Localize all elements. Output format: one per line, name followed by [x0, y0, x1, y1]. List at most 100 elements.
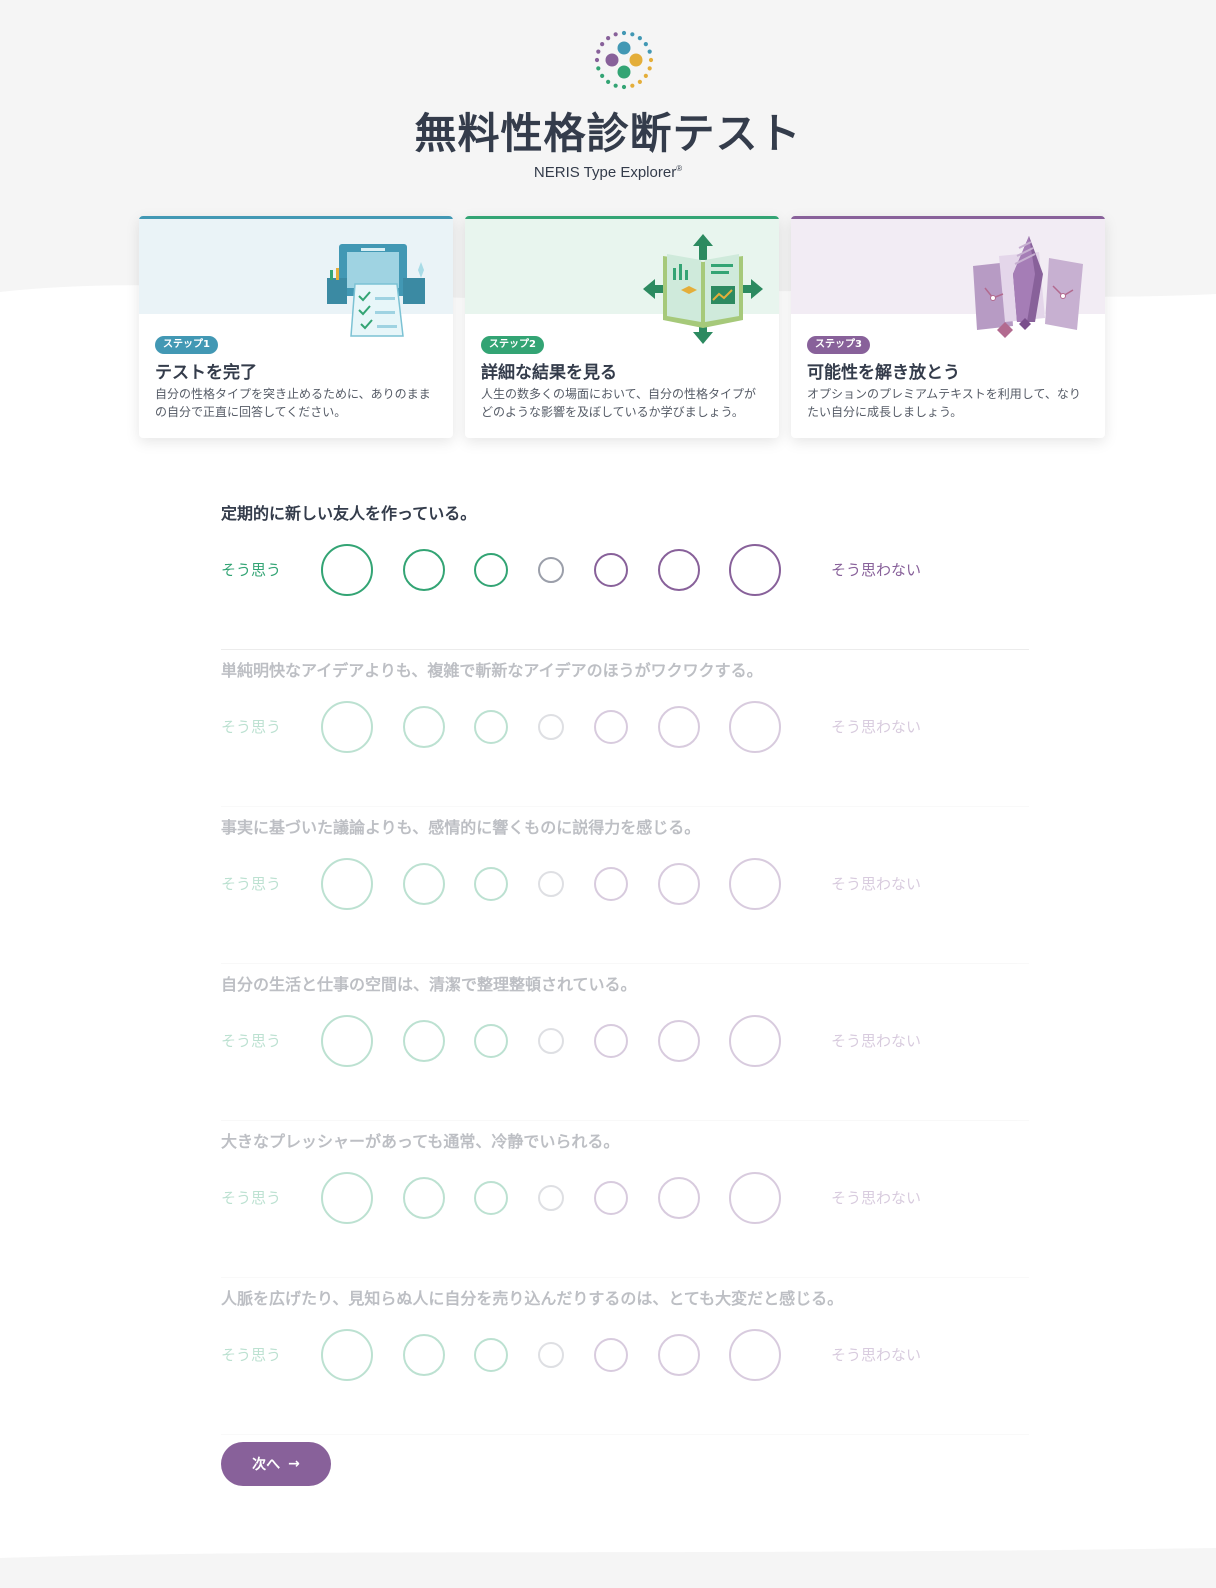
step-badge: ステップ1	[155, 336, 218, 354]
logo-dot	[596, 66, 601, 71]
question-item: 自分の生活と仕事の空間は、清潔で整理整頓されている。 そう思う そう思わない	[221, 963, 1029, 1121]
option-disagree[interactable]	[658, 863, 700, 905]
logo-dot	[621, 84, 627, 90]
question-text: 人脈を広げたり、見知らぬ人に自分を売り込んだりするのは、とても大変だと感じる。	[221, 1289, 844, 1308]
question-item: 定期的に新しい友人を作っている。 そう思う そう思わない	[221, 492, 1029, 650]
option-strongly-disagree[interactable]	[729, 1172, 781, 1224]
logo-dot	[637, 36, 642, 41]
option-neutral[interactable]	[538, 557, 564, 583]
option-slightly-disagree[interactable]	[594, 710, 628, 744]
option-strongly-agree[interactable]	[321, 1015, 373, 1067]
agree-label: そう思う	[221, 1189, 282, 1207]
question-item: 単純明快なアイデアよりも、複雑で斬新なアイデアのほうがワクワクする。 そう思う そう…	[221, 649, 1029, 807]
disagree-label: そう思わない	[831, 561, 922, 579]
option-slightly-agree[interactable]	[474, 1338, 508, 1372]
option-neutral[interactable]	[538, 871, 564, 897]
option-slightly-disagree[interactable]	[594, 1024, 628, 1058]
option-agree[interactable]	[403, 1177, 445, 1219]
logo-dot	[613, 32, 618, 37]
question-item: 人脈を広げたり、見知らぬ人に自分を売り込んだりするのは、とても大変だと感じる。そ…	[221, 1277, 1029, 1435]
next-button[interactable]: 次へ →	[221, 1442, 331, 1486]
option-disagree[interactable]	[658, 706, 700, 748]
option-slightly-disagree[interactable]	[594, 1338, 628, 1372]
book-arrows-icon	[643, 234, 763, 344]
logo-dot	[630, 32, 635, 37]
step-card-2: ステップ2 詳細な結果を見る 人生の数多くの場面において、自分の性格タイプがどの…	[465, 216, 779, 438]
arrow-right-icon: →	[288, 1456, 300, 1472]
step-card-3: ステップ3 可能性を解き放とう オプションのプレミアムテキストを利用して、なりた…	[791, 216, 1105, 438]
logo-dot	[630, 83, 635, 88]
option-neutral[interactable]	[538, 1342, 564, 1368]
option-agree[interactable]	[403, 1334, 445, 1376]
agree-label: そう思う	[221, 1346, 282, 1364]
option-strongly-disagree[interactable]	[729, 701, 781, 753]
option-slightly-agree[interactable]	[474, 1181, 508, 1215]
option-neutral[interactable]	[538, 1028, 564, 1054]
disagree-label: そう思わない	[831, 1346, 922, 1364]
option-strongly-agree[interactable]	[321, 544, 373, 596]
logo-dot	[648, 57, 654, 63]
step-description: 人生の数多くの場面において、自分の性格タイプがどのような影響を及ぼしているか学び…	[481, 387, 757, 419]
question-text: 単純明快なアイデアよりも、複雑で斬新なアイデアのほうがワクワクする。	[221, 661, 763, 680]
option-slightly-agree[interactable]	[474, 710, 508, 744]
logo-icon	[594, 30, 654, 90]
question-text: 定期的に新しい友人を作っている。	[221, 504, 477, 523]
option-slightly-disagree[interactable]	[594, 867, 628, 901]
option-disagree[interactable]	[658, 549, 700, 591]
option-disagree[interactable]	[658, 1177, 700, 1219]
option-strongly-agree[interactable]	[321, 701, 373, 753]
option-agree[interactable]	[403, 863, 445, 905]
agree-label: そう思う	[221, 1032, 282, 1050]
option-agree[interactable]	[403, 706, 445, 748]
option-strongly-agree[interactable]	[321, 1172, 373, 1224]
question-text: 自分の生活と仕事の空間は、清潔で整理整頓されている。	[221, 975, 637, 994]
option-agree[interactable]	[403, 1020, 445, 1062]
option-strongly-disagree[interactable]	[729, 1329, 781, 1381]
disagree-label: そう思わない	[831, 1189, 922, 1207]
option-slightly-disagree[interactable]	[594, 1181, 628, 1215]
question-item: 事実に基づいた議論よりも、感情的に響くものに説得力を感じる。 そう思う そう思わない	[221, 806, 1029, 964]
disagree-label: そう思わない	[831, 718, 922, 736]
step-badge: ステップ2	[481, 336, 544, 354]
logo-dot	[647, 66, 652, 71]
step-title: 詳細な結果を見る	[481, 363, 617, 383]
agree-label: そう思う	[221, 718, 282, 736]
option-strongly-agree[interactable]	[321, 1329, 373, 1381]
disagree-label: そう思わない	[831, 1032, 922, 1050]
subtitle-text: NERIS Type Explorer	[533, 164, 677, 181]
question-text: 大きなプレッシャーがあっても通常、冷静でいられる。	[221, 1132, 620, 1151]
option-slightly-agree[interactable]	[474, 867, 508, 901]
option-strongly-disagree[interactable]	[729, 544, 781, 596]
step-card-1: ステップ1 テストを完了 自分の性格タイプを突き止めるために、ありのままの自分で…	[139, 216, 453, 438]
logo-dot	[596, 49, 601, 54]
step-title: 可能性を解き放とう	[807, 363, 960, 383]
option-neutral[interactable]	[538, 1185, 564, 1211]
disagree-label: そう思わない	[831, 875, 922, 893]
logo-dot	[621, 30, 627, 36]
step-description: オプションのプレミアムテキストを利用して、なりたい自分に成長しましょう。	[807, 387, 1081, 419]
option-slightly-disagree[interactable]	[594, 553, 628, 587]
test-machine-icon	[327, 244, 425, 337]
option-slightly-agree[interactable]	[474, 1024, 508, 1058]
logo-dot	[643, 73, 648, 78]
logo-dot	[600, 42, 605, 47]
footer-wave	[0, 1548, 1216, 1588]
option-strongly-disagree[interactable]	[729, 1015, 781, 1067]
step-badge: ステップ3	[807, 336, 870, 354]
step-title: テストを完了	[155, 363, 257, 383]
option-neutral[interactable]	[538, 714, 564, 740]
next-button-label: 次へ	[252, 1457, 281, 1473]
option-slightly-agree[interactable]	[474, 553, 508, 587]
option-disagree[interactable]	[658, 1334, 700, 1376]
option-disagree[interactable]	[658, 1020, 700, 1062]
agree-label: そう思う	[221, 875, 282, 893]
question-item: 大きなプレッシャーがあっても通常、冷静でいられる。 そう思う そう思わない	[221, 1120, 1029, 1278]
option-agree[interactable]	[403, 549, 445, 591]
option-strongly-agree[interactable]	[321, 858, 373, 910]
logo-dot	[606, 79, 611, 84]
step-description: 自分の性格タイプを突き止めるために、ありのままの自分で正直に回答してください。	[155, 387, 431, 419]
option-strongly-disagree[interactable]	[729, 858, 781, 910]
logo-dot	[637, 79, 642, 84]
agree-label: そう思う	[221, 561, 282, 579]
logo-dot	[647, 49, 652, 54]
